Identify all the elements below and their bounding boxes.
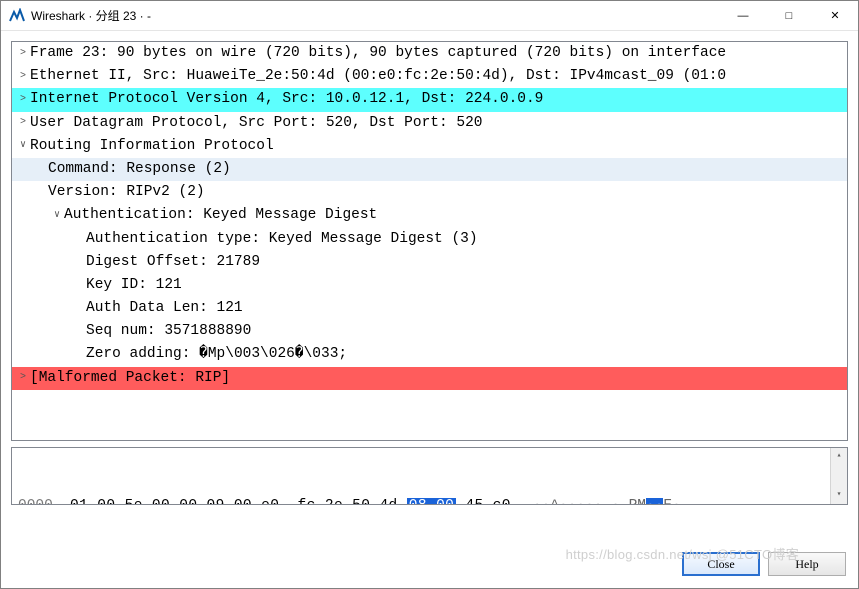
- help-button[interactable]: Help: [768, 552, 846, 576]
- tree-row-ethernet[interactable]: >Ethernet II, Src: HuaweiTe_2e:50:4d (00…: [12, 65, 847, 88]
- caret-down-icon[interactable]: ∨: [16, 138, 30, 154]
- tree-label: Frame 23: 90 bytes on wire (720 bits), 9…: [30, 42, 726, 65]
- tree-label: Zero adding: �Mp\003\026�\033;: [86, 343, 347, 366]
- tree-label: Digest Offset: 21789: [86, 251, 260, 274]
- tree-label: Authentication: Keyed Message Digest: [64, 204, 377, 227]
- caret-down-icon[interactable]: ∨: [50, 208, 64, 224]
- tree-label: [Malformed Packet: RIP]: [30, 367, 230, 390]
- hex-offset: 0000: [18, 495, 70, 505]
- scroll-up-icon[interactable]: ▴: [831, 448, 847, 465]
- tree-row-rip[interactable]: ∨Routing Information Protocol: [12, 135, 847, 158]
- tree-label: User Datagram Protocol, Src Port: 520, D…: [30, 112, 482, 135]
- caret-right-icon[interactable]: >: [16, 46, 30, 62]
- hex-bytes[interactable]: 01 00 5e 00 00 09 00 e0 fc 2e 50 4d 08 0…: [70, 495, 511, 505]
- tree-row-frame[interactable]: >Frame 23: 90 bytes on wire (720 bits), …: [12, 42, 847, 65]
- wireshark-icon: [9, 8, 25, 24]
- minimize-button[interactable]: —: [720, 1, 766, 31]
- caret-right-icon[interactable]: >: [16, 92, 30, 108]
- tree-row-rip-auth[interactable]: ∨Authentication: Keyed Message Digest: [12, 204, 847, 227]
- tree-row-malformed[interactable]: >[Malformed Packet: RIP]: [12, 367, 847, 390]
- tree-row-auth-data-len[interactable]: Auth Data Len: 121: [12, 297, 847, 320]
- maximize-button[interactable]: □: [766, 1, 812, 31]
- titlebar: Wireshark · 分组 23 · - — □ ✕: [1, 1, 858, 31]
- content-area: >Frame 23: 90 bytes on wire (720 bits), …: [1, 31, 858, 588]
- tree-row-seq-num[interactable]: Seq num: 3571888890: [12, 320, 847, 343]
- packet-details-tree[interactable]: >Frame 23: 90 bytes on wire (720 bits), …: [11, 41, 848, 441]
- tree-label: Version: RIPv2 (2): [48, 181, 205, 204]
- tree-row-rip-command[interactable]: Command: Response (2): [12, 158, 847, 181]
- tree-label: Internet Protocol Version 4, Src: 10.0.1…: [30, 88, 543, 111]
- window-controls: — □ ✕: [720, 1, 858, 31]
- caret-right-icon[interactable]: >: [16, 370, 30, 386]
- hex-dump-panel[interactable]: 0000 01 00 5e 00 00 09 00 e0 fc 2e 50 4d…: [11, 447, 848, 505]
- tree-label: Auth Data Len: 121: [86, 297, 243, 320]
- tree-label: Authentication type: Keyed Message Diges…: [86, 228, 478, 251]
- caret-right-icon[interactable]: >: [16, 115, 30, 131]
- tree-row-zero-adding[interactable]: Zero adding: �Mp\003\026�\033;: [12, 343, 847, 366]
- tree-label: Key ID: 121: [86, 274, 182, 297]
- tree-label: Seq num: 3571888890: [86, 320, 251, 343]
- tree-row-key-id[interactable]: Key ID: 121: [12, 274, 847, 297]
- tree-row-auth-type[interactable]: Authentication type: Keyed Message Diges…: [12, 228, 847, 251]
- tree-row-udp[interactable]: >User Datagram Protocol, Src Port: 520, …: [12, 112, 847, 135]
- tree-label: Command: Response (2): [48, 158, 231, 181]
- hex-row[interactable]: 0000 01 00 5e 00 00 09 00 e0 fc 2e 50 4d…: [18, 495, 841, 505]
- hex-ascii: ··^····· ·.PM··E·: [533, 495, 681, 505]
- close-button[interactable]: Close: [682, 552, 760, 576]
- tree-row-digest-offset[interactable]: Digest Offset: 21789: [12, 251, 847, 274]
- dialog-button-row: Close Help: [11, 544, 848, 578]
- tree-row-rip-version[interactable]: Version: RIPv2 (2): [12, 181, 847, 204]
- scroll-down-icon[interactable]: ▾: [831, 487, 847, 504]
- window-title: Wireshark · 分组 23 · -: [31, 7, 720, 24]
- tree-row-ip[interactable]: >Internet Protocol Version 4, Src: 10.0.…: [12, 88, 847, 111]
- tree-label: Routing Information Protocol: [30, 135, 274, 158]
- caret-right-icon[interactable]: >: [16, 69, 30, 85]
- hex-selected-bytes[interactable]: 08 00: [407, 498, 457, 505]
- tree-label: Ethernet II, Src: HuaweiTe_2e:50:4d (00:…: [30, 65, 726, 88]
- close-window-button[interactable]: ✕: [812, 1, 858, 31]
- hex-vertical-scrollbar[interactable]: ▴ ▾: [830, 448, 847, 504]
